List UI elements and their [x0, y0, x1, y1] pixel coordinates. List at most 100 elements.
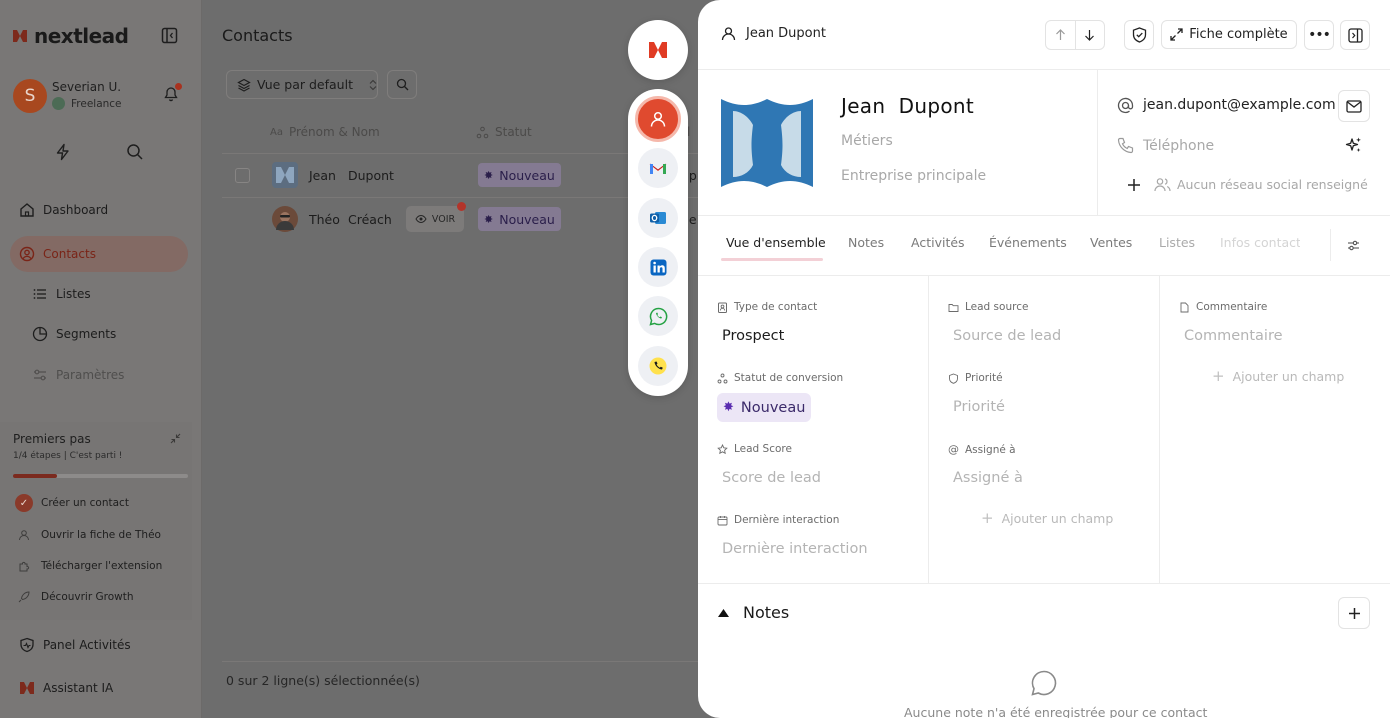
toggle-panel-button[interactable] [1340, 20, 1370, 50]
assigne-field[interactable]: Assigné à [953, 470, 1023, 486]
first-name[interactable]: Théo [309, 212, 340, 227]
nav-parametres[interactable]: Paramètres [10, 357, 188, 393]
user-name: Severian U. [52, 80, 122, 94]
file-icon [1180, 302, 1189, 312]
company-field[interactable]: Entreprise principale [841, 168, 986, 184]
activity-shield-icon [20, 637, 34, 653]
search-icon[interactable] [126, 143, 144, 161]
tab-evenements[interactable]: Événements [989, 235, 1067, 250]
nav-segments[interactable]: Segments [10, 316, 188, 352]
view-select[interactable]: Vue par default [226, 70, 378, 99]
workspace-icon [52, 97, 65, 110]
nav-panel-activites[interactable]: Panel Activités [10, 627, 188, 663]
company-logo[interactable] [719, 95, 815, 191]
contact-app-button[interactable] [635, 96, 681, 142]
derniere-interaction-label: Dernière interaction [717, 514, 839, 526]
avatar [272, 206, 298, 232]
phone-app-button[interactable] [638, 346, 678, 386]
eye-icon [415, 214, 427, 224]
tab-infos-contact[interactable]: Infos contact [1220, 235, 1300, 250]
more-dots-icon: ••• [1308, 27, 1331, 43]
column-header-name[interactable]: Aa Prénom & Nom [270, 125, 380, 139]
onboarding-title: Premiers pas [13, 432, 91, 446]
collapse-sidebar-icon[interactable] [161, 27, 178, 44]
email-field[interactable]: jean.dupont@example.com [1143, 97, 1336, 113]
contact-name[interactable]: Jean Dupont [841, 94, 974, 118]
panel-header-name: Jean Dupont [746, 26, 826, 41]
arrow-down-icon[interactable] [1076, 29, 1105, 41]
job-field[interactable]: Métiers [841, 133, 893, 149]
add-field-button[interactable]: + Ajouter un champ [981, 509, 1113, 527]
step-open-theo[interactable]: Ouvrir la fiche de Théo [15, 526, 161, 544]
tabs-top-divider [698, 215, 1390, 216]
commentaire-field[interactable]: Commentaire [1184, 328, 1283, 344]
lead-score-field[interactable]: Score de lead [722, 470, 821, 486]
tab-listes[interactable]: Listes [1159, 235, 1195, 250]
whatsapp-button[interactable] [638, 296, 678, 336]
add-field-button[interactable]: + Ajouter un champ [1212, 367, 1344, 385]
arrow-up-icon[interactable] [1046, 29, 1075, 41]
sparkles-icon[interactable] [1344, 136, 1363, 155]
add-note-button[interactable] [1338, 597, 1370, 629]
tab-overview[interactable]: Vue d'ensemble [726, 235, 826, 250]
navigate-buttons [1045, 20, 1105, 50]
first-name[interactable]: Jean [309, 168, 336, 183]
last-name[interactable]: Dupont [348, 168, 394, 183]
table-search-button[interactable] [387, 70, 417, 99]
priorite-field[interactable]: Priorité [953, 399, 1005, 415]
user-role: Freelance [71, 98, 122, 110]
user-icon [721, 26, 736, 41]
lightning-icon[interactable] [54, 143, 72, 161]
phone-field[interactable]: Téléphone [1143, 138, 1214, 154]
tab-activites[interactable]: Activités [911, 235, 965, 250]
avatar[interactable]: S [13, 79, 47, 113]
step-create-contact[interactable]: ✓ Créer un contact [15, 494, 129, 512]
nav-assistant-ia[interactable]: Assistant IA [10, 670, 188, 706]
app-logo[interactable]: nextlead [12, 24, 129, 48]
more-button[interactable]: ••• [1304, 20, 1334, 50]
nav-dashboard[interactable]: Dashboard [10, 192, 188, 228]
lead-score-label: Lead Score [717, 443, 792, 455]
collapse-notes-icon[interactable] [717, 608, 730, 618]
badge-star-icon: ✸ [484, 212, 494, 226]
nextlead-launcher-button[interactable] [628, 20, 688, 80]
at-sign-icon [1117, 97, 1134, 114]
social-networks-empty: Aucun réseau social renseigné [1177, 177, 1368, 192]
notification-dot [175, 83, 182, 90]
conversion-status-badge[interactable]: ✸ Nouveau [717, 393, 812, 422]
send-email-button[interactable] [1338, 90, 1370, 122]
view-contact-button[interactable]: VOIR [406, 206, 464, 232]
row-checkbox[interactable] [235, 168, 250, 183]
type-contact-value[interactable]: Prospect [722, 328, 784, 344]
check-icon: ✓ [15, 494, 33, 512]
derniere-interaction-field[interactable]: Dernière interaction [722, 541, 868, 557]
shield-button[interactable] [1124, 20, 1154, 50]
text-type-icon: Aa [270, 126, 283, 138]
minimize-icon[interactable] [170, 433, 181, 444]
full-record-button[interactable]: Fiche complète [1161, 20, 1297, 49]
gmail-button[interactable] [638, 148, 678, 188]
outlook-button[interactable] [638, 198, 678, 238]
status-badge[interactable]: ✸ Nouveau [478, 207, 561, 231]
status-badge[interactable]: ✸ Nouveau [478, 163, 561, 187]
step-discover-growth[interactable]: Découvrir Growth [15, 588, 134, 606]
column-header-status[interactable]: Statut [476, 125, 532, 139]
nav-listes[interactable]: Listes [10, 276, 188, 312]
add-social-icon[interactable] [1127, 178, 1141, 192]
last-name[interactable]: Créach [348, 212, 392, 227]
onboarding-subtitle: 1/4 étapes | C'est parti ! [13, 451, 123, 461]
badge-icon [718, 302, 727, 313]
step-download-extension[interactable]: Télécharger l'extension [15, 557, 162, 575]
tab-ventes[interactable]: Ventes [1090, 235, 1132, 250]
nav-contacts[interactable]: Contacts [10, 236, 188, 272]
linkedin-button[interactable] [638, 247, 678, 287]
tabs-settings-icon[interactable] [1347, 239, 1360, 252]
lead-source-field[interactable]: Source de lead [953, 328, 1061, 344]
notification-dot [457, 202, 466, 211]
list-icon [33, 289, 46, 299]
puzzle-icon [15, 557, 33, 575]
selection-count: 0 sur 2 ligne(s) sélectionnée(s) [226, 673, 420, 688]
star-icon [717, 443, 728, 454]
tab-notes[interactable]: Notes [848, 235, 884, 250]
linkedin-icon [650, 259, 666, 275]
